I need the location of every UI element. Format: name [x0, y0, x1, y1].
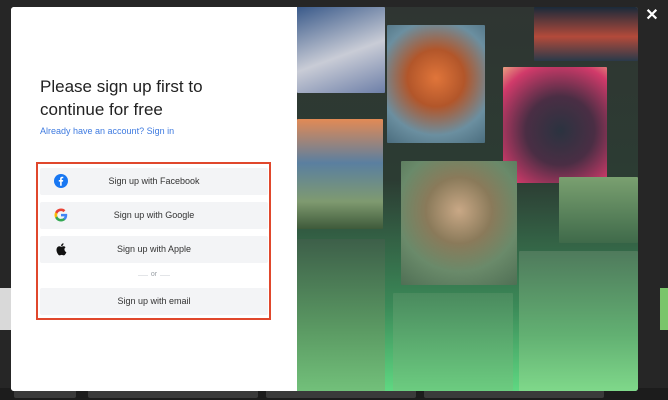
apple-button-label: Sign up with Apple	[116, 244, 192, 254]
ai-art-gallery	[297, 7, 638, 391]
gallery-image-landscape	[559, 177, 638, 243]
close-icon[interactable]: ✕	[644, 8, 660, 24]
gallery-image-vr-headset	[503, 67, 607, 183]
background-input-edge	[0, 288, 11, 330]
gallery-image-tree	[297, 239, 385, 391]
gallery-image-astronaut	[297, 7, 385, 93]
gallery-image-bottom	[393, 293, 513, 391]
signin-link[interactable]: Already have an account? Sign in	[40, 126, 174, 136]
signup-google-button[interactable]: Sign up with Google	[40, 202, 268, 229]
email-button-label: Sign up with email	[117, 296, 191, 306]
modal-title: Please sign up first to continue for fre…	[40, 77, 203, 119]
gallery-image-city	[534, 7, 638, 61]
signup-apple-button[interactable]: Sign up with Apple	[40, 236, 268, 263]
signup-email-button[interactable]: Sign up with email	[40, 288, 268, 315]
or-divider: or	[40, 269, 268, 281]
gallery-image-rabbit	[297, 119, 383, 229]
signup-facebook-button[interactable]: Sign up with Facebook	[40, 168, 268, 195]
gallery-image-rider	[519, 251, 638, 391]
signup-form: Please sign up first to continue for fre…	[11, 7, 297, 391]
facebook-button-label: Sign up with Facebook	[108, 176, 200, 186]
gallery-image-woman	[401, 161, 517, 285]
background-button-edge	[660, 288, 668, 330]
google-button-label: Sign up with Google	[113, 210, 195, 220]
gallery-image-fox	[387, 25, 485, 143]
signup-modal: Please sign up first to continue for fre…	[11, 7, 638, 391]
